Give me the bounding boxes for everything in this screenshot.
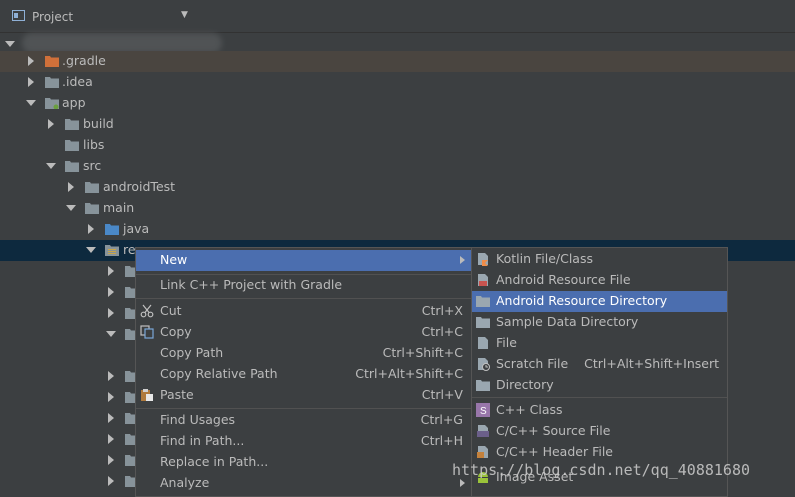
- cpp-class-icon: S: [476, 403, 490, 417]
- tree-item-label: app: [62, 95, 86, 110]
- project-view-icon: [12, 10, 25, 21]
- chevron-right-icon[interactable]: [106, 308, 116, 318]
- submenu-item-file[interactable]: File: [472, 333, 727, 354]
- folder-icon: [65, 161, 79, 172]
- folder-icon: [476, 296, 490, 307]
- chevron-right-icon[interactable]: [86, 224, 96, 234]
- chevron-right-icon[interactable]: [26, 56, 36, 66]
- scissors-icon: [140, 304, 154, 318]
- tree-item-label: build: [83, 116, 114, 131]
- chevron-down-icon[interactable]: [46, 161, 56, 171]
- folder-icon: [45, 56, 59, 67]
- watermark: https://blog.csdn.net/qq_40881680: [452, 461, 751, 479]
- menu-item-replace-in-path[interactable]: Replace in Path...: [136, 452, 471, 473]
- chevron-right-icon[interactable]: [106, 455, 116, 465]
- tree-item-androidtest[interactable]: androidTest: [0, 177, 795, 198]
- tree-item-libs[interactable]: libs: [0, 135, 795, 156]
- menu-item-find-usages[interactable]: Find Usages Ctrl+G: [136, 410, 471, 431]
- tree-item-src[interactable]: src: [0, 156, 795, 177]
- chevron-right-icon[interactable]: [106, 434, 116, 444]
- module-folder-icon: [45, 98, 59, 109]
- submenu-item-cpp-source-file[interactable]: C/C++ Source File: [472, 421, 727, 442]
- submenu-item-cpp-header-file[interactable]: C/C++ Header File: [472, 442, 727, 463]
- blurred-project-name: [22, 33, 222, 53]
- project-view-title[interactable]: Project: [32, 10, 73, 24]
- tree-item-idea[interactable]: .idea: [0, 72, 795, 93]
- resource-folder-icon: [105, 245, 119, 256]
- chevron-right-icon[interactable]: [106, 266, 116, 276]
- kotlin-file-icon: [478, 253, 488, 266]
- tree-item-label: .idea: [62, 74, 93, 89]
- chevron-right-icon[interactable]: [106, 476, 116, 486]
- menu-item-find-in-path[interactable]: Find in Path... Ctrl+H: [136, 431, 471, 452]
- menu-item-new[interactable]: New: [136, 250, 471, 271]
- tree-item-main[interactable]: main: [0, 198, 795, 219]
- tree-item-label: androidTest: [103, 179, 176, 194]
- new-submenu: Kotlin File/Class Android Resource File …: [471, 247, 728, 497]
- chevron-right-icon[interactable]: [46, 119, 56, 129]
- context-menu: New Link C++ Project with Gradle Cut Ctr…: [135, 247, 472, 497]
- chevron-right-icon[interactable]: [66, 182, 76, 192]
- tree-item-build[interactable]: build: [0, 114, 795, 135]
- chevron-down-icon[interactable]: [86, 245, 96, 255]
- tree-item-java[interactable]: java: [0, 219, 795, 240]
- chevron-down-icon[interactable]: [26, 98, 36, 108]
- submenu-item-directory[interactable]: Directory: [472, 375, 727, 396]
- submenu-arrow-icon: [460, 256, 465, 264]
- folder-icon: [85, 203, 99, 214]
- chevron-down-icon[interactable]: [5, 39, 15, 49]
- source-folder-icon: [105, 224, 119, 235]
- tree-item-app[interactable]: app: [0, 93, 795, 114]
- chevron-right-icon[interactable]: [106, 392, 116, 402]
- folder-icon: [65, 140, 79, 151]
- chevron-right-icon[interactable]: [106, 287, 116, 297]
- menu-separator: [136, 408, 471, 409]
- file-icon: [478, 337, 488, 349]
- submenu-item-cpp-class[interactable]: S C++ Class: [472, 400, 727, 421]
- menu-item-link-cpp[interactable]: Link C++ Project with Gradle: [136, 275, 471, 296]
- folder-icon: [65, 119, 79, 130]
- chevron-down-icon[interactable]: [106, 329, 116, 339]
- tree-item-label: src: [83, 158, 102, 173]
- chevron-right-icon[interactable]: [106, 371, 116, 381]
- chevron-right-icon[interactable]: [106, 413, 116, 423]
- submenu-item-scratch-file[interactable]: Scratch File Ctrl+Alt+Shift+Insert: [472, 354, 727, 375]
- tree-item-gradle[interactable]: .gradle: [0, 51, 795, 72]
- chevron-down-icon[interactable]: [66, 203, 76, 213]
- svg-text:S: S: [480, 406, 487, 417]
- cpp-header-icon: [477, 446, 488, 458]
- submenu-item-sample-data-directory[interactable]: Sample Data Directory: [472, 312, 727, 333]
- menu-item-copy[interactable]: Copy Ctrl+C: [136, 322, 471, 343]
- tree-item-label: re: [123, 242, 136, 257]
- submenu-item-kotlin-file[interactable]: Kotlin File/Class: [472, 249, 727, 270]
- folder-icon: [476, 380, 490, 391]
- tree-item-label: libs: [83, 137, 105, 152]
- chevron-right-icon[interactable]: [26, 77, 36, 87]
- folder-icon: [45, 77, 59, 88]
- menu-item-paste[interactable]: Paste Ctrl+V: [136, 385, 471, 406]
- paste-icon: [141, 389, 153, 401]
- folder-icon: [85, 182, 99, 193]
- android-resource-file-icon: [478, 274, 488, 286]
- menu-separator: [136, 298, 471, 299]
- tree-item-label: java: [123, 221, 150, 236]
- menu-item-copy-relative-path[interactable]: Copy Relative Path Ctrl+Alt+Shift+C: [136, 364, 471, 385]
- submenu-arrow-icon: [460, 479, 465, 487]
- view-dropdown-icon[interactable]: ▼: [181, 10, 188, 20]
- submenu-item-android-resource-directory[interactable]: Android Resource Directory: [472, 291, 727, 312]
- tree-item-label: .gradle: [62, 53, 106, 68]
- submenu-item-android-resource-file[interactable]: Android Resource File: [472, 270, 727, 291]
- menu-item-copy-path[interactable]: Copy Path Ctrl+Shift+C: [136, 343, 471, 364]
- tree-item-label: main: [103, 200, 135, 215]
- menu-item-cut[interactable]: Cut Ctrl+X: [136, 301, 471, 322]
- cpp-source-icon: [477, 425, 489, 437]
- copy-icon: [140, 325, 154, 339]
- scratch-file-icon: [478, 358, 490, 371]
- menu-separator: [472, 397, 727, 398]
- folder-icon: [476, 317, 490, 328]
- project-tool-window-header: Project ▼: [0, 0, 795, 33]
